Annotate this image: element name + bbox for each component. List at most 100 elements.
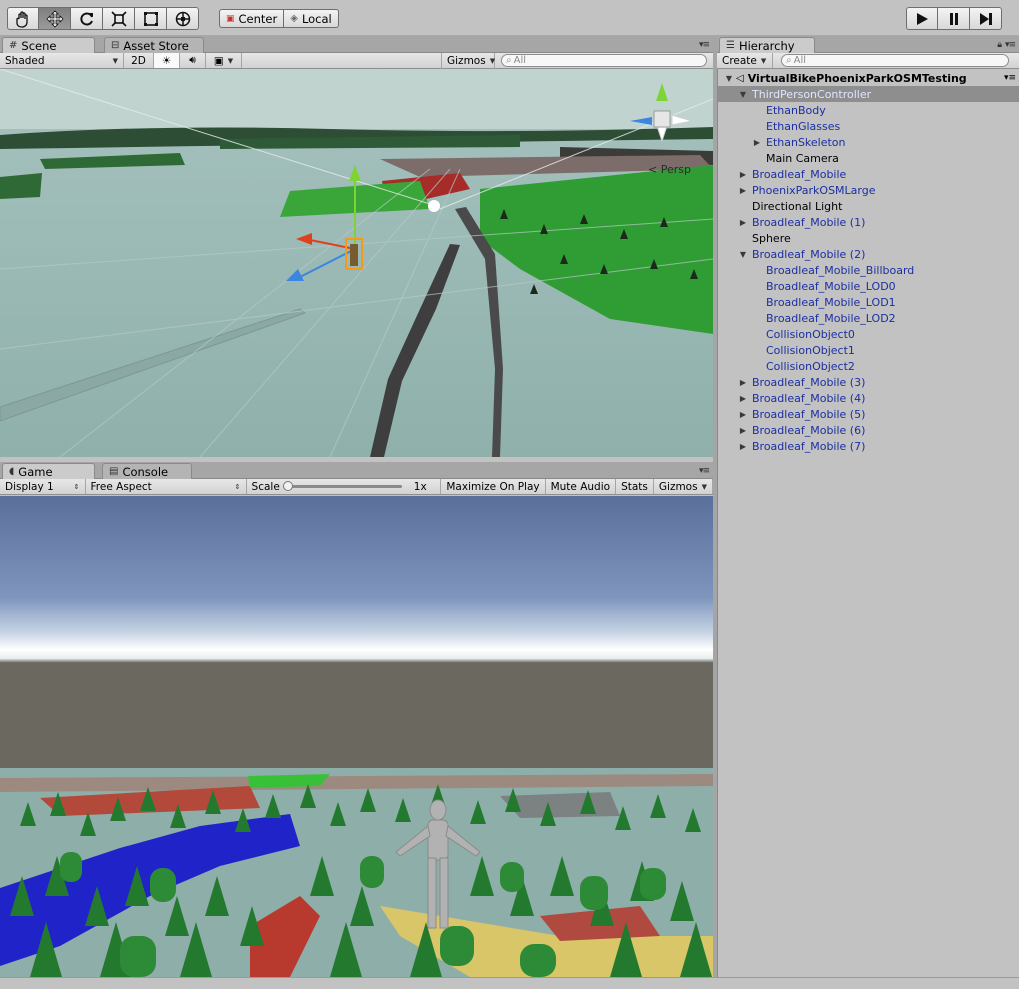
scale-slider-thumb[interactable] xyxy=(282,481,293,491)
effects-dropdown[interactable]: ▣ ▼ xyxy=(206,53,242,68)
persp-label: < Persp xyxy=(648,163,691,176)
tab-game[interactable]: ◖ Game xyxy=(2,463,95,479)
store-bag-icon: ⊟ xyxy=(111,40,120,51)
hierarchy-row[interactable]: ▶ Broadleaf_Mobile xyxy=(718,166,1019,182)
foldout-arrow-icon[interactable]: ▶ xyxy=(752,138,762,147)
scene-search-input[interactable]: ⌕ All xyxy=(501,54,707,67)
hierarchy-row[interactable]: ▶ Broadleaf_Mobile (3) xyxy=(718,374,1019,390)
foldout-arrow-icon[interactable]: ▶ xyxy=(738,378,748,387)
stats-toggle[interactable]: Stats xyxy=(616,479,654,494)
hand-icon xyxy=(16,10,28,28)
hierarchy-row[interactable]: CollisionObject2 xyxy=(718,358,1019,374)
foldout-arrow-icon[interactable]: ▶ xyxy=(738,218,748,227)
foldout-arrow-icon[interactable]: ▶ xyxy=(738,394,748,403)
console-icon: ▤ xyxy=(109,466,119,477)
hierarchy-row[interactable]: ▶ EthanSkeleton xyxy=(718,134,1019,150)
maximize-on-play-toggle[interactable]: Maximize On Play xyxy=(441,479,546,494)
foldout-arrow-icon[interactable]: ▶ xyxy=(738,426,748,435)
hierarchy-row[interactable]: ▼ ThirdPersonController xyxy=(718,86,1019,102)
create-dropdown[interactable]: Create ▼ xyxy=(717,53,773,68)
hierarchy-item-label: Broadleaf_Mobile (2) xyxy=(752,247,866,261)
hierarchy-row[interactable]: ▶ PhoenixParkOSMLarge xyxy=(718,182,1019,198)
shading-mode-label: Shaded xyxy=(5,54,45,67)
play-button[interactable] xyxy=(906,7,938,30)
game-gizmos-dropdown[interactable]: Gizmos ▼ xyxy=(654,479,713,494)
hand-tool-button[interactable] xyxy=(7,7,39,30)
foldout-arrow-icon[interactable]: ▼ xyxy=(724,74,734,83)
move-tool-button[interactable] xyxy=(39,7,71,30)
hierarchy-row[interactable]: Broadleaf_Mobile_LOD0 xyxy=(718,278,1019,294)
scene-gizmos-dropdown[interactable]: Gizmos ▼ xyxy=(441,53,495,69)
hierarchy-row[interactable]: ▶ Broadleaf_Mobile (4) xyxy=(718,390,1019,406)
hierarchy-row[interactable]: ▶ Broadleaf_Mobile (1) xyxy=(718,214,1019,230)
scale-slider[interactable] xyxy=(282,481,402,491)
lock-icon[interactable]: 🔒︎ xyxy=(997,40,1002,50)
hierarchy-row[interactable]: Directional Light xyxy=(718,198,1019,214)
search-icon: ⌕ xyxy=(786,55,792,66)
pause-icon xyxy=(949,12,958,25)
foldout-arrow-icon[interactable]: ▶ xyxy=(738,442,748,451)
foldout-arrow-icon[interactable]: ▶ xyxy=(738,170,748,179)
scene-viewport[interactable]: < Persp xyxy=(0,69,713,457)
hierarchy-search-input[interactable]: ⌕ All xyxy=(781,54,1009,67)
hierarchy-item-label: Broadleaf_Mobile_LOD0 xyxy=(766,279,896,293)
pause-button[interactable] xyxy=(938,7,970,30)
scene-gizmos-label: Gizmos xyxy=(447,55,486,67)
hierarchy-item-label: Broadleaf_Mobile (4) xyxy=(752,391,866,405)
tab-asset-store[interactable]: ⊟ Asset Store xyxy=(104,37,204,53)
hierarchy-panel-menu-icon[interactable]: ▾≡ xyxy=(1005,40,1016,50)
rotate-tool-button[interactable] xyxy=(71,7,103,30)
aspect-dropdown[interactable]: Free Aspect ⇕ xyxy=(86,479,247,494)
foldout-arrow-icon[interactable]: ▼ xyxy=(738,250,748,259)
hierarchy-row[interactable]: Sphere xyxy=(718,230,1019,246)
display-dropdown[interactable]: Display 1 ⇕ xyxy=(0,479,86,494)
hierarchy-row[interactable]: ▼ Broadleaf_Mobile (2) xyxy=(718,246,1019,262)
hierarchy-item-label: EthanSkeleton xyxy=(766,135,846,149)
hierarchy-row[interactable]: ▶ Broadleaf_Mobile (7) xyxy=(718,438,1019,454)
step-button[interactable] xyxy=(970,7,1002,30)
scale-tool-button[interactable] xyxy=(103,7,135,30)
search-icon: ⌕ xyxy=(506,55,512,66)
audio-toggle[interactable]: 🔊︎ xyxy=(180,53,206,68)
foldout-arrow-icon[interactable]: ▶ xyxy=(738,410,748,419)
hierarchy-item-label: EthanGlasses xyxy=(766,119,841,133)
lighting-toggle[interactable]: ☀ xyxy=(154,53,180,68)
hierarchy-row[interactable]: Broadleaf_Mobile_LOD1 xyxy=(718,294,1019,310)
shading-mode-dropdown[interactable]: Shaded ▼ xyxy=(0,53,124,68)
pivot-space-button[interactable]: ◈ Local xyxy=(284,9,339,28)
hierarchy-row[interactable]: Broadleaf_Mobile_LOD2 xyxy=(718,310,1019,326)
mute-audio-toggle[interactable]: Mute Audio xyxy=(546,479,617,494)
scale-value: 1x xyxy=(413,480,427,493)
tab-scene[interactable]: # Scene xyxy=(2,37,95,53)
game-viewport[interactable] xyxy=(0,496,713,977)
tab-console[interactable]: ▤ Console xyxy=(102,463,192,479)
rect-tool-button[interactable] xyxy=(135,7,167,30)
hierarchy-row[interactable]: Broadleaf_Mobile_Billboard xyxy=(718,262,1019,278)
mode-2d-toggle[interactable]: 2D xyxy=(124,53,154,68)
hierarchy-item-label: VirtualBikePhoenixParkOSMTesting xyxy=(747,71,967,85)
hierarchy-row[interactable]: CollisionObject0 xyxy=(718,326,1019,342)
scene-panel-menu-icon[interactable]: ▾≡ xyxy=(699,40,710,50)
hierarchy-row[interactable]: ▶ Broadleaf_Mobile (5) xyxy=(718,406,1019,422)
dropdown-caret-icon: ▼ xyxy=(227,56,234,65)
foldout-arrow-icon[interactable]: ▼ xyxy=(738,90,748,99)
transform-tool-button[interactable] xyxy=(167,7,199,30)
foldout-arrow-icon[interactable]: ▶ xyxy=(738,186,748,195)
hierarchy-row[interactable]: Main Camera xyxy=(718,150,1019,166)
tab-hierarchy[interactable]: ☰ Hierarchy xyxy=(719,37,815,53)
game-panel-menu-icon[interactable]: ▾≡ xyxy=(699,466,710,476)
pivot-center-icon: ▣ xyxy=(226,13,235,24)
hierarchy-row[interactable]: CollisionObject1 xyxy=(718,342,1019,358)
hierarchy-item-label: EthanBody xyxy=(766,103,826,117)
hierarchy-item-label: Broadleaf_Mobile (3) xyxy=(752,375,866,389)
pivot-mode-button[interactable]: ▣ Center xyxy=(219,9,285,28)
hierarchy-row[interactable]: ▶ Broadleaf_Mobile (6) xyxy=(718,422,1019,438)
move-arrows-icon xyxy=(45,9,64,28)
scene-root-row[interactable]: ▼ ◁ VirtualBikePhoenixParkOSMTesting ▾≡ xyxy=(718,70,1019,86)
hierarchy-row[interactable]: EthanGlasses xyxy=(718,118,1019,134)
hierarchy-row[interactable]: EthanBody xyxy=(718,102,1019,118)
tab-asset-store-label: Asset Store xyxy=(123,38,189,53)
main-toolbar: ▣ Center ◈ Local xyxy=(0,0,1019,36)
tab-game-label: Game xyxy=(18,464,53,479)
scene-options-menu-icon[interactable]: ▾≡ xyxy=(1004,73,1016,83)
